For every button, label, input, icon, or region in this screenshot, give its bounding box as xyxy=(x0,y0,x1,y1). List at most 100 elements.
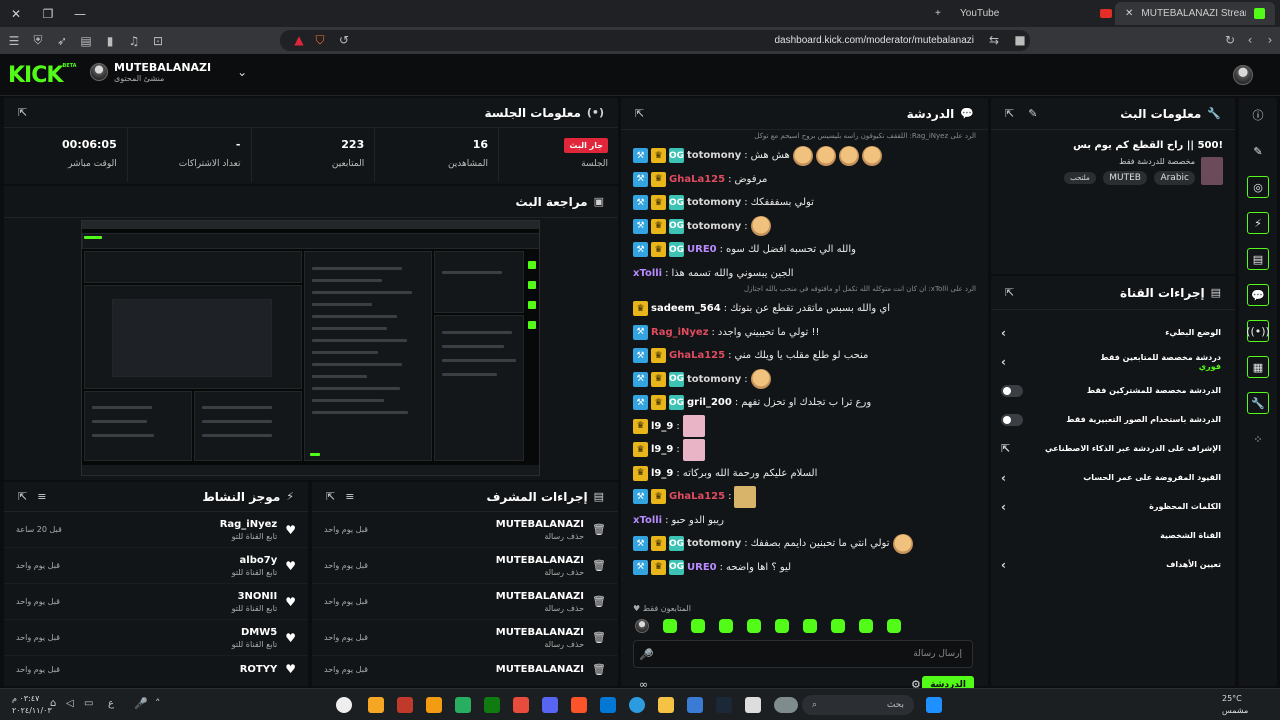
popout-icon[interactable]: ⇱ xyxy=(1005,286,1014,299)
emote-icon[interactable] xyxy=(775,619,789,633)
brave-icon[interactable] xyxy=(571,697,587,713)
close-tab-icon[interactable]: ✕ xyxy=(1125,8,1133,19)
layout-icon[interactable]: ▦ xyxy=(1247,356,1269,378)
chat-username[interactable]: l9_9 xyxy=(651,444,673,455)
chat-message[interactable]: ⚒ ♛ OG URE0: ليو ؟ اها واضحه xyxy=(621,556,988,580)
chat-messages[interactable]: الرد على Rag_iNyez: اللققف نكبوفون راسه … xyxy=(621,132,988,602)
kick-logo[interactable]: KICKBETA xyxy=(8,63,77,88)
app-icon[interactable] xyxy=(513,697,529,713)
emote-icon[interactable] xyxy=(887,619,901,633)
chat-username[interactable]: GhaLa125 xyxy=(669,174,725,185)
reload-icon[interactable]: ↻ xyxy=(1220,30,1240,50)
menu-icon[interactable]: ☰ xyxy=(4,31,24,51)
folder-icon[interactable] xyxy=(658,697,674,713)
battery-icon[interactable]: ▭ xyxy=(84,698,93,709)
popout-icon[interactable]: ⇱ xyxy=(326,490,335,503)
emote-icon[interactable] xyxy=(803,619,817,633)
chat-message[interactable]: ⚒ ♛ OG gril_200: ورع ترا ب تجلدك او تحزل تفه… xyxy=(621,391,988,415)
popout-icon[interactable]: ⇱ xyxy=(18,106,27,119)
chat-username[interactable]: totomony xyxy=(687,197,741,208)
chat-username[interactable]: totomony xyxy=(687,538,741,549)
chat-username[interactable]: URE0 xyxy=(687,562,717,573)
minimize-window-icon[interactable]: — xyxy=(64,0,96,27)
pencil-icon[interactable]: ✎ xyxy=(1247,140,1269,162)
back-in-history-icon[interactable]: ↺ xyxy=(334,30,354,50)
discord-icon[interactable] xyxy=(542,697,558,713)
chat-username[interactable]: totomony xyxy=(687,150,741,161)
chat-bubble-icon[interactable]: 💬 xyxy=(1247,284,1269,306)
popout-icon[interactable]: ⇱ xyxy=(635,107,644,120)
chat-username[interactable]: l9_9 xyxy=(651,468,673,479)
app-icon[interactable] xyxy=(368,697,384,713)
chat-username[interactable]: l9_9 xyxy=(651,421,673,432)
music-icon[interactable]: ♫ xyxy=(124,31,144,51)
rocket-icon[interactable]: ➶ xyxy=(52,31,72,51)
shield-icon[interactable]: ⛨ xyxy=(28,31,48,51)
chat-username[interactable]: gril_200 xyxy=(687,397,732,408)
tab-youtube[interactable]: YouTube xyxy=(950,2,1009,25)
chat-message[interactable]: ♛ sadeem_564: اي والله بسبس ماتقدر تقطع عن… xyxy=(621,297,988,321)
chat-message[interactable]: ⚒ ♛ OG totomony: هش هش xyxy=(621,144,988,168)
emote-icon[interactable] xyxy=(663,619,677,633)
translate-icon[interactable]: ⇆ xyxy=(984,30,1004,50)
chat-message[interactable]: ⚒ Rag_iNyez:!! تولي ما تحيبيني واجدد xyxy=(621,321,988,345)
brave-shield-icon[interactable]: ⛉ xyxy=(310,30,330,50)
app-icon[interactable] xyxy=(745,697,761,713)
chat-message[interactable]: ⚒ ♛ OG totomony: تولي انتي ما تحبنين دايمم ب… xyxy=(621,532,988,556)
chevron-down-icon[interactable]: ⌄ xyxy=(237,65,247,79)
store-icon[interactable] xyxy=(600,697,616,713)
chat-message[interactable]: ⚒ ♛ OG totomony: تولي بسفففكك xyxy=(621,191,988,215)
chat-input[interactable]: إرسال رسالة ☺ xyxy=(633,640,973,668)
broadcast-icon[interactable]: ((•)) xyxy=(1246,320,1270,342)
app-icon[interactable] xyxy=(426,697,442,713)
chat-username[interactable]: totomony xyxy=(687,374,741,385)
emote-icon[interactable] xyxy=(859,619,873,633)
target-icon[interactable]: ◎ xyxy=(1247,176,1269,198)
profile-avatar[interactable] xyxy=(1233,65,1253,85)
edit-icon[interactable]: ✎ xyxy=(1028,107,1037,120)
edge-icon[interactable] xyxy=(629,697,645,713)
volume-icon[interactable]: ◁ xyxy=(66,698,74,709)
info-icon[interactable]: ⓘ xyxy=(1247,104,1269,126)
chat-message[interactable]: ⚒ ♛ OG URE0: والله الي تحسبه افضل لك سوه xyxy=(621,238,988,262)
chat-username[interactable]: xTolli xyxy=(633,515,662,526)
chat-username[interactable]: GhaLa125 xyxy=(669,491,725,502)
wallet-icon[interactable]: ▤ xyxy=(76,31,96,51)
chat-message[interactable]: ⚒ ♛ GhaLa125: مرفوض xyxy=(621,168,988,192)
chat-username[interactable]: xTolli xyxy=(633,268,662,279)
tab-kick-stream[interactable]: ✕ MUTEBALANAZI Stream - Kic xyxy=(1115,2,1275,25)
chat-message[interactable]: ♛ l9_9: xyxy=(621,415,988,439)
chat-username[interactable]: Rag_iNyez xyxy=(651,327,709,338)
obs-icon[interactable] xyxy=(336,697,352,713)
app-icon[interactable] xyxy=(455,697,471,713)
stream-preview-video[interactable] xyxy=(81,220,540,476)
apps-icon[interactable]: ⁘ xyxy=(1247,428,1269,450)
steam-icon[interactable] xyxy=(716,697,732,713)
taskbar-search[interactable]: بحث ⌕ xyxy=(802,695,914,715)
bookmark-icon[interactable]: ■ xyxy=(1010,30,1030,50)
widget-icon[interactable] xyxy=(774,697,798,713)
windows-start-icon[interactable] xyxy=(926,697,942,713)
chat-message[interactable]: ♛ l9_9: xyxy=(621,438,988,462)
system-clock[interactable]: ٠٣:٤٧ م ٢٠٢٤/١١/٠٣ xyxy=(12,693,52,717)
chat-username[interactable]: GhaLa125 xyxy=(669,350,725,361)
emote-only-toggle[interactable] xyxy=(1001,413,1023,426)
option-account-age[interactable]: القيود المفروضة على عمر الحساب › xyxy=(991,463,1235,492)
restore-window-icon[interactable]: ❐ xyxy=(32,0,64,27)
language-indicator-icon[interactable]: ع xyxy=(108,698,114,709)
xbox-icon[interactable] xyxy=(484,697,500,713)
chat-message[interactable]: xTolli: ريبو الدو حبو xyxy=(621,509,988,533)
channel-switcher[interactable]: MUTEBALANAZI منشئ المحتوى ⌄ xyxy=(90,61,247,83)
filter-icon[interactable]: ≡ xyxy=(345,490,354,503)
chat-username[interactable]: sadeem_564 xyxy=(651,303,721,314)
emote-icon[interactable] xyxy=(831,619,845,633)
screenshot-icon[interactable]: ⊡ xyxy=(148,31,168,51)
chat-message[interactable]: xTolli: الجين يبسوني والله تسمه هذا xyxy=(621,262,988,286)
option-set-goals[interactable]: تعيين الأهداف › xyxy=(991,550,1235,579)
close-window-icon[interactable]: ✕ xyxy=(0,0,32,27)
network-icon[interactable]: ⌂ xyxy=(50,698,56,709)
warning-icon[interactable]: ▲ xyxy=(289,30,309,50)
chat-message[interactable]: ⚒ ♛ OG totomony: xyxy=(621,368,988,392)
microphone-icon[interactable]: 🎤 xyxy=(134,697,148,710)
app-icon[interactable] xyxy=(397,697,413,713)
